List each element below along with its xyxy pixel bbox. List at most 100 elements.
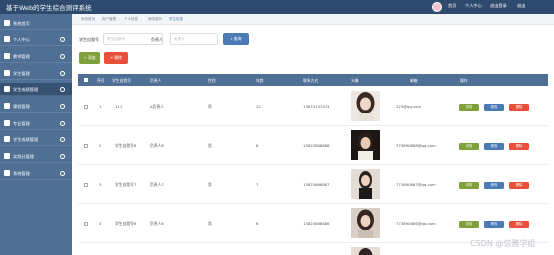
breadcrumb-item[interactable]: 用户管理 bbox=[102, 17, 116, 22]
row-checkbox[interactable] bbox=[84, 183, 88, 187]
cell-index: 1 bbox=[99, 104, 102, 109]
sidebar-item-label: 系统首页 bbox=[13, 20, 30, 26]
sidebar-item-label: 课程管理 bbox=[13, 103, 30, 109]
chevron-down-icon bbox=[60, 53, 65, 59]
table-row: 2 学生自我号8 负责人8 男 8 13823888888 773890888@… bbox=[78, 127, 548, 165]
column-header: 操作 bbox=[460, 77, 468, 83]
column-header: 邮箱 bbox=[410, 77, 418, 83]
cell-student-no: 学生自我号8 bbox=[115, 143, 137, 148]
detail-button[interactable]: 详情 bbox=[459, 104, 479, 111]
row-checkbox[interactable] bbox=[84, 144, 88, 148]
cell-owner: 负责人6 bbox=[150, 221, 164, 226]
sidebar-item-home[interactable]: 系统首页 bbox=[0, 17, 72, 30]
cell-email: 773890886@qq.com bbox=[396, 221, 436, 226]
user-icon bbox=[4, 36, 10, 42]
course-icon bbox=[4, 103, 10, 109]
top-link-exit[interactable]: 退出 bbox=[517, 3, 525, 9]
breadcrumb-item[interactable]: 系统首页 bbox=[81, 17, 95, 22]
chevron-down-icon bbox=[60, 136, 65, 142]
breadcrumb-item-current[interactable]: 学生信息 bbox=[169, 17, 183, 22]
settings-icon bbox=[4, 170, 10, 176]
sidebar-item-grades[interactable]: 学生成绩管理 bbox=[0, 133, 72, 146]
cell-gender: 男 bbox=[208, 221, 212, 226]
cell-age: 7 bbox=[256, 182, 259, 187]
avatar-photo bbox=[351, 208, 380, 238]
top-header: 基于Web的学生综合测评系统 首页 个人中心 退出登录 退出 bbox=[0, 0, 554, 14]
search-button[interactable]: ⌕ 查询 bbox=[223, 33, 249, 45]
sidebar-item-label: 学生管理 bbox=[13, 70, 30, 76]
cell-email: 123@qq.com bbox=[396, 104, 422, 109]
row-checkbox[interactable] bbox=[84, 105, 88, 109]
sidebar-item-label: 教师管理 bbox=[13, 53, 30, 59]
delete-button[interactable]: ✕ 删除 bbox=[104, 52, 128, 64]
sidebar-item-course[interactable]: 课程管理 bbox=[0, 100, 72, 113]
search-button-label: 查询 bbox=[233, 36, 242, 41]
cell-age: 6 bbox=[256, 221, 259, 226]
cell-student-no: 学生自我号7 bbox=[115, 182, 137, 187]
cell-age: 22 bbox=[256, 104, 261, 109]
sidebar-item-student-score[interactable]: 学生成绩管理 bbox=[0, 83, 72, 96]
table-row: 3 学生自我号7 负责人7 男 7 13823888887 773890887@… bbox=[78, 166, 548, 204]
owner-input[interactable]: 负责人 bbox=[170, 33, 218, 45]
watermark: CSDN @信雅学姐 bbox=[470, 239, 536, 248]
sidebar-item-system[interactable]: 系统管理 bbox=[0, 167, 72, 180]
cell-email: 773890887@qq.com bbox=[396, 182, 436, 187]
avatar[interactable] bbox=[432, 2, 442, 12]
row-delete-button[interactable]: 删除 bbox=[509, 143, 529, 150]
sidebar-item-major[interactable]: 专业管理 bbox=[0, 117, 72, 130]
cell-phone: 13823888888 bbox=[303, 143, 330, 148]
select-all-checkbox[interactable] bbox=[84, 78, 88, 82]
column-header: 序号 bbox=[97, 77, 105, 83]
cell-owner: A负责人 bbox=[150, 104, 164, 109]
cell-email: 773890888@qq.com bbox=[396, 143, 436, 148]
edit-button[interactable]: 修改 bbox=[484, 104, 504, 111]
column-header: 头像 bbox=[351, 77, 359, 83]
teacher-icon bbox=[4, 53, 10, 59]
cell-index: 2 bbox=[99, 143, 102, 148]
detail-button[interactable]: 详情 bbox=[459, 143, 479, 150]
row-delete-button[interactable]: 删除 bbox=[509, 104, 529, 111]
edit-button[interactable]: 修改 bbox=[484, 143, 504, 150]
score-icon bbox=[4, 86, 10, 92]
owner-label: 负责人 bbox=[151, 37, 163, 42]
edit-button[interactable]: 修改 bbox=[484, 182, 504, 189]
edit-button[interactable]: 修改 bbox=[484, 221, 504, 228]
sidebar-item-practice[interactable]: 实践分管理 bbox=[0, 150, 72, 163]
chevron-down-icon bbox=[60, 170, 65, 176]
practice-icon bbox=[4, 153, 10, 159]
sidebar-item-label: 个人中心 bbox=[13, 36, 30, 42]
avatar-photo bbox=[351, 169, 380, 199]
avatar-photo bbox=[351, 130, 380, 160]
cell-index: 4 bbox=[99, 221, 102, 226]
detail-button[interactable]: 详情 bbox=[459, 182, 479, 189]
cell-student-no: 111 bbox=[115, 104, 123, 109]
sidebar-item-teacher[interactable]: 教师管理 bbox=[0, 50, 72, 63]
major-icon bbox=[4, 120, 10, 126]
column-header: 性别 bbox=[208, 77, 216, 83]
table-header: 序号 学生自我号 负责人 性别 年龄 联系方式 头像 邮箱 操作 bbox=[78, 74, 548, 86]
breadcrumb: 系统首页 用户管理 个人信息 修改密码 学生信息 bbox=[72, 14, 554, 25]
chevron-down-icon bbox=[60, 120, 65, 126]
home-icon bbox=[4, 20, 10, 26]
sidebar-item-profile[interactable]: 个人中心 bbox=[0, 33, 72, 46]
detail-button[interactable]: 详情 bbox=[459, 221, 479, 228]
avatar-photo bbox=[351, 247, 380, 255]
add-button[interactable]: + 添加 bbox=[79, 52, 100, 64]
cell-gender: 男 bbox=[208, 104, 212, 109]
top-link-home[interactable]: 首页 bbox=[448, 3, 456, 9]
breadcrumb-item[interactable]: 修改密码 bbox=[148, 17, 162, 22]
row-delete-button[interactable]: 删除 bbox=[509, 221, 529, 228]
breadcrumb-item[interactable]: 个人信息 bbox=[124, 17, 138, 22]
top-link-logout[interactable]: 退出登录 bbox=[490, 3, 507, 9]
column-header: 年龄 bbox=[256, 77, 264, 83]
cell-phone: 13823888887 bbox=[303, 182, 330, 187]
column-header: 学生自我号 bbox=[112, 77, 131, 83]
chevron-up-icon bbox=[60, 86, 65, 92]
sidebar-item-label: 学生成绩管理 bbox=[13, 136, 39, 142]
sidebar-item-student[interactable]: 学生管理 bbox=[0, 67, 72, 80]
avatar-photo bbox=[351, 91, 380, 121]
row-checkbox[interactable] bbox=[84, 222, 88, 226]
top-link-profile[interactable]: 个人中心 bbox=[465, 3, 482, 9]
student-icon bbox=[4, 70, 10, 76]
row-delete-button[interactable]: 删除 bbox=[509, 182, 529, 189]
